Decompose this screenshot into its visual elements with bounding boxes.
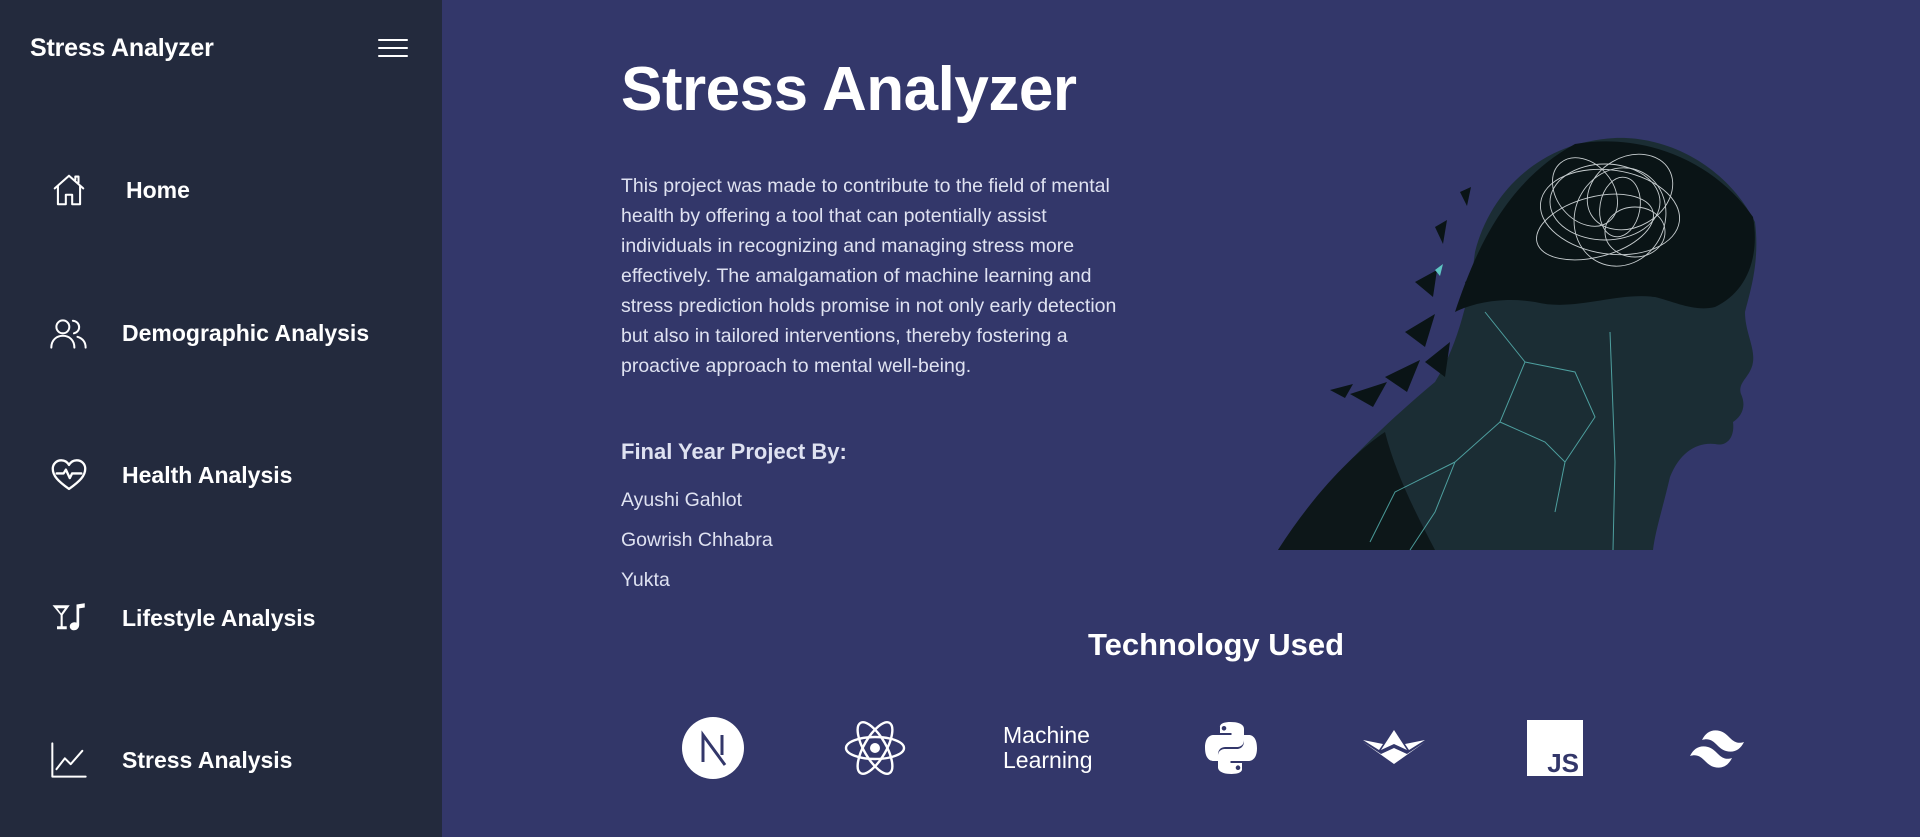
machine-learning-line1: Machine	[1003, 722, 1090, 748]
sidebar: Stress Analyzer Home Demographic Analysi…	[0, 0, 442, 837]
streamlit-icon	[1361, 716, 1427, 780]
brand-title: Stress Analyzer	[30, 34, 214, 62]
python-icon	[1203, 716, 1259, 780]
sidebar-item-label: Demographic Analysis	[122, 319, 370, 346]
machine-learning-label: Machine Learning	[1003, 716, 1103, 780]
javascript-icon: JS	[1527, 716, 1583, 780]
team-member: Yukta	[621, 569, 670, 591]
sidebar-item-lifestyle-analysis[interactable]: Lifestyle Analysis	[48, 597, 315, 639]
sidebar-item-label: Stress Analysis	[122, 746, 293, 773]
sidebar-item-home[interactable]: Home	[48, 169, 190, 211]
nextjs-icon	[682, 716, 744, 780]
project-by-heading: Final Year Project By:	[621, 439, 847, 464]
technology-heading: Technology Used	[1088, 627, 1345, 662]
tailwind-icon	[1686, 716, 1750, 780]
stressed-head-illustration	[1275, 132, 1765, 552]
sidebar-item-demographic-analysis[interactable]: Demographic Analysis	[48, 312, 369, 354]
svg-text:JS: JS	[1547, 748, 1579, 776]
react-icon	[843, 716, 907, 780]
hamburger-menu-icon[interactable]	[378, 39, 408, 61]
sidebar-item-label: Lifestyle Analysis	[122, 604, 316, 631]
sidebar-item-label: Home	[126, 176, 190, 203]
project-description: This project was made to contribute to t…	[621, 175, 1117, 377]
sidebar-item-health-analysis[interactable]: Health Analysis	[48, 454, 292, 496]
heart-pulse-icon	[48, 454, 90, 496]
machine-learning-line2: Learning	[1003, 747, 1093, 773]
page-title: Stress Analyzer	[621, 55, 1077, 124]
line-chart-icon	[48, 739, 90, 781]
team-member: Ayushi Gahlot	[621, 489, 743, 511]
team-member: Gowrish Chhabra	[621, 529, 773, 551]
sidebar-item-stress-analysis[interactable]: Stress Analysis	[48, 739, 292, 781]
cocktail-music-icon	[48, 597, 90, 639]
sidebar-item-label: Health Analysis	[122, 461, 293, 488]
users-icon	[48, 312, 90, 354]
home-icon	[48, 169, 90, 211]
